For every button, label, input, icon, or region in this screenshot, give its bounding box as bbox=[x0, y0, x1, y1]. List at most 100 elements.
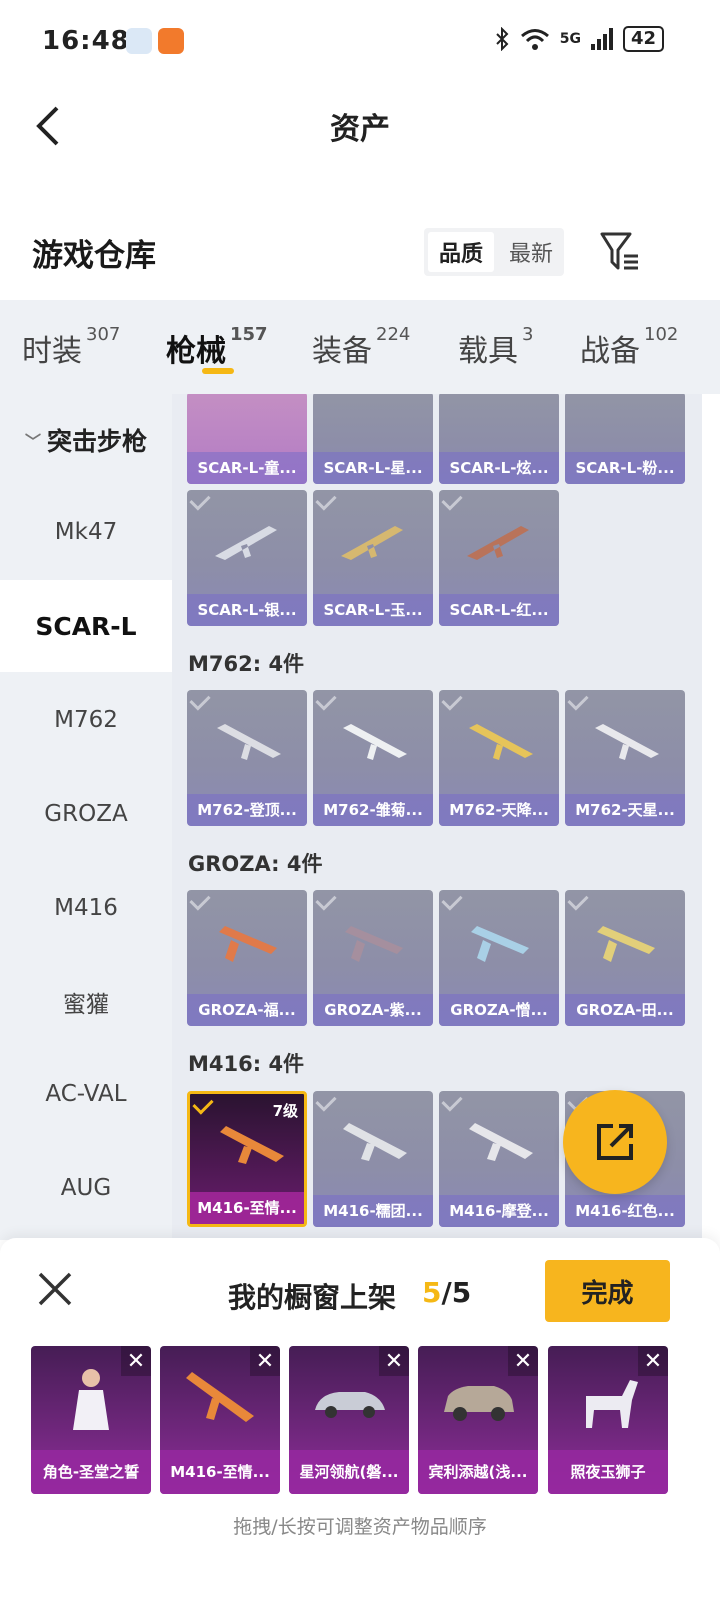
weapon-tile[interactable]: GROZA-紫... bbox=[313, 890, 433, 1026]
tab-equipment[interactable]: 装备 224 bbox=[312, 324, 411, 370]
check-icon bbox=[441, 1091, 463, 1112]
network-type: 5G bbox=[559, 31, 581, 47]
car-icon bbox=[315, 1392, 385, 1418]
check-icon bbox=[315, 1091, 337, 1112]
tab-guns[interactable]: 枪械 157 bbox=[166, 324, 268, 370]
weapon-name: M416-糯团... bbox=[313, 1195, 433, 1227]
rifle-icon bbox=[186, 1372, 254, 1422]
status-indicators: 5G 42 bbox=[494, 26, 664, 52]
sidebar-item-groza[interactable]: GROZA bbox=[0, 768, 172, 860]
weapon-tile[interactable]: GROZA-田... bbox=[565, 890, 685, 1026]
rifle-icon bbox=[595, 724, 659, 760]
warehouse-title: 游戏仓库 bbox=[32, 238, 156, 274]
weapon-tile[interactable]: M762-天降... bbox=[439, 690, 559, 826]
weapon-tile[interactable]: M762-天星... bbox=[565, 690, 685, 826]
section-label-m416: M416: 4件 bbox=[188, 1052, 305, 1076]
weapon-tile[interactable]: GROZA-福... bbox=[187, 890, 307, 1026]
check-icon bbox=[441, 890, 463, 911]
tab-count: 102 bbox=[644, 324, 679, 345]
showcase-item[interactable]: ✕ 宾利添越(浅... bbox=[418, 1346, 538, 1494]
check-icon bbox=[189, 890, 211, 911]
share-button[interactable] bbox=[563, 1090, 667, 1194]
tab-count: 157 bbox=[230, 324, 268, 345]
rifle-icon bbox=[215, 526, 277, 560]
check-icon bbox=[567, 690, 589, 711]
reorder-hint: 拖拽/长按可调整资产物品顺序 bbox=[233, 1516, 487, 1538]
app-notification-icon-2 bbox=[158, 28, 184, 54]
status-time: 16:48 bbox=[42, 26, 130, 56]
filter-button[interactable] bbox=[596, 228, 644, 276]
showcase-item-name: 照夜玉狮子 bbox=[548, 1450, 668, 1494]
tab-vehicles[interactable]: 载具 3 bbox=[458, 324, 533, 370]
weapon-name: SCAR-L-炫... bbox=[439, 452, 559, 484]
tab-count: 224 bbox=[376, 324, 411, 345]
sort-quality-button[interactable]: 品质 bbox=[428, 232, 494, 272]
weapon-tile[interactable]: SCAR-L-银... bbox=[187, 490, 307, 626]
rifle-icon bbox=[345, 926, 403, 962]
weapon-tile[interactable]: SCAR-L-童... bbox=[187, 394, 307, 484]
battery-icon: 42 bbox=[622, 26, 664, 52]
showcase-item-name: M416-至情... bbox=[160, 1450, 280, 1494]
sort-newest-button[interactable]: 最新 bbox=[498, 232, 564, 272]
sidebar-item-ac-val[interactable]: AC-VAL bbox=[0, 1048, 172, 1140]
top-nav: 资产 bbox=[0, 84, 720, 168]
showcase-panel: 我的橱窗上架 5/5 完成 ✕ 角色-圣堂之誓 ✕ M416-至情... ✕ 星… bbox=[0, 1238, 720, 1610]
signal-icon bbox=[590, 28, 613, 50]
weapon-name: GROZA-福... bbox=[187, 994, 307, 1026]
showcase-item[interactable]: ✕ M416-至情... bbox=[160, 1346, 280, 1494]
weapon-name: M762-登顶... bbox=[187, 794, 307, 826]
weapon-tile[interactable]: M416-摩登... bbox=[439, 1091, 559, 1227]
weapon-tile[interactable]: M762-雏菊... bbox=[313, 690, 433, 826]
rifle-icon bbox=[467, 526, 529, 560]
character-icon bbox=[73, 1369, 109, 1430]
tab-gear[interactable]: 战备 102 bbox=[580, 324, 679, 370]
rifle-icon bbox=[341, 526, 403, 560]
weapon-tile[interactable]: SCAR-L-粉... bbox=[565, 394, 685, 484]
page-title: 资产 bbox=[330, 112, 390, 147]
weapon-name: SCAR-L-银... bbox=[187, 594, 307, 626]
sidebar-category[interactable]: ﹀ 突击步枪 bbox=[0, 394, 172, 486]
sidebar-item-aug[interactable]: AUG bbox=[0, 1142, 172, 1234]
active-tab-indicator bbox=[202, 368, 234, 374]
weapon-tile[interactable]: SCAR-L-炫... bbox=[439, 394, 559, 484]
sidebar-item-mk47[interactable]: Mk47 bbox=[0, 486, 172, 578]
check-icon bbox=[315, 490, 337, 511]
horse-icon bbox=[586, 1380, 638, 1428]
rifle-icon bbox=[469, 1123, 533, 1161]
weapon-tile[interactable]: SCAR-L-玉... bbox=[313, 490, 433, 626]
done-button[interactable]: 完成 bbox=[545, 1260, 670, 1322]
check-icon bbox=[441, 690, 463, 711]
car-icon bbox=[444, 1386, 514, 1421]
sidebar-item-scar-l[interactable]: SCAR-L bbox=[0, 580, 172, 672]
showcase-item[interactable]: ✕ 照夜玉狮子 bbox=[548, 1346, 668, 1494]
section-label-groza: GROZA: 4件 bbox=[188, 852, 323, 876]
showcase-item[interactable]: ✕ 星河领航(磐... bbox=[289, 1346, 409, 1494]
weapon-name: SCAR-L-童... bbox=[187, 452, 307, 484]
weapon-name: M762-天降... bbox=[439, 794, 559, 826]
showcase-item[interactable]: ✕ 角色-圣堂之誓 bbox=[31, 1346, 151, 1494]
showcase-item-name: 宾利添越(浅... bbox=[418, 1450, 538, 1494]
showcase-count-total: /5 bbox=[441, 1276, 472, 1309]
weapon-tile[interactable]: M416-糯团... bbox=[313, 1091, 433, 1227]
weapon-name: M416-摩登... bbox=[439, 1195, 559, 1227]
bluetooth-icon bbox=[495, 27, 509, 51]
weapon-name: GROZA-憎... bbox=[439, 994, 559, 1026]
check-icon bbox=[192, 1094, 214, 1115]
weapon-name: SCAR-L-玉... bbox=[313, 594, 433, 626]
weapon-sidebar: ﹀ 突击步枪 Mk47 SCAR-L M762 GROZA M416 蜜獾 AC-… bbox=[0, 394, 172, 1240]
check-icon bbox=[189, 690, 211, 711]
tab-outfits[interactable]: 时装 307 bbox=[22, 324, 120, 370]
sidebar-item-honey-badger[interactable]: 蜜獾 bbox=[0, 956, 172, 1048]
close-button[interactable] bbox=[34, 1268, 76, 1310]
weapon-tile[interactable]: SCAR-L-星... bbox=[313, 394, 433, 484]
sidebar-item-m416[interactable]: M416 bbox=[0, 862, 172, 954]
weapon-tile[interactable]: GROZA-憎... bbox=[439, 890, 559, 1026]
check-icon bbox=[315, 690, 337, 711]
sidebar-item-m762[interactable]: M762 bbox=[0, 674, 172, 766]
check-icon bbox=[189, 490, 211, 511]
weapon-tile-selected[interactable]: 7级 M416-至情... bbox=[187, 1091, 307, 1227]
weapon-tile[interactable]: SCAR-L-红... bbox=[439, 490, 559, 626]
weapon-tile[interactable]: M762-登顶... bbox=[187, 690, 307, 826]
weapon-name: M416-红色... bbox=[565, 1195, 685, 1227]
rifle-icon bbox=[343, 1123, 407, 1161]
